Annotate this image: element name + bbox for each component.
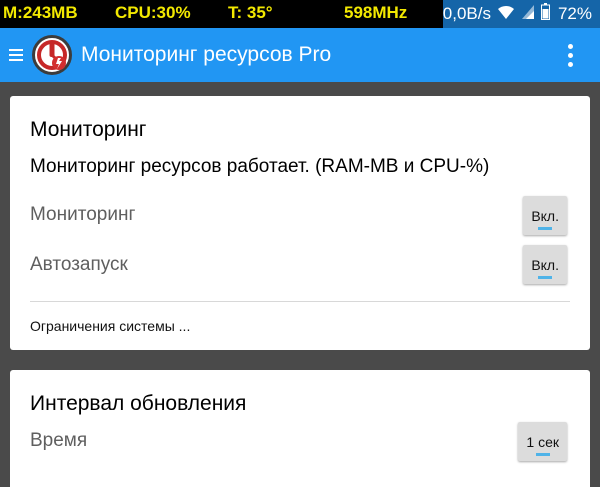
monitoring-card-title: Мониторинг [30,118,147,141]
wifi-icon [497,4,515,25]
temperature-readout: T: 35° [228,3,273,22]
time-label: Время [30,430,88,451]
monitoring-status-text: Мониторинг ресурсов работает. (RAM-MB и … [30,156,490,177]
autostart-toggle-button[interactable]: Вкл. [523,245,567,284]
toggle-indicator [538,276,553,279]
signal-icon [521,4,535,25]
status-bar: M:243MB CPU:30% T: 35° 598MHz 0,0B/s 72% [0,0,600,28]
network-speed: 0,0B/s [442,4,491,23]
divider [30,301,570,302]
monitoring-toggle-text: Вкл. [531,207,559,224]
frequency-readout: 598MHz [344,3,408,22]
monitoring-toggle-label: Мониторинг [30,204,136,225]
toggle-indicator [538,227,553,230]
menu-icon[interactable] [9,49,23,61]
update-interval-title: Интервал обновления [30,392,247,415]
battery-percent: 72% [557,4,592,23]
cpu-readout: CPU:30% [115,3,191,22]
system-status-area: 0,0B/s 72% [442,0,600,28]
interval-value: 1 сек [526,433,559,450]
resource-monitor-overlay: M:243MB CPU:30% T: 35° 598MHz [0,0,443,28]
monitoring-card: Мониторинг Мониторинг ресурсов работает.… [10,96,590,350]
overflow-menu-icon[interactable] [568,44,573,67]
app-logo-icon [32,35,72,75]
app-title: Мониторинг ресурсов Pro [81,43,332,66]
interval-select-button[interactable]: 1 сек [518,422,567,461]
autostart-toggle-label: Автозапуск [30,254,128,275]
monitoring-toggle-button[interactable]: Вкл. [523,196,567,235]
select-indicator [535,453,550,456]
update-interval-card: Интервал обновления Время 1 сек [10,370,590,487]
battery-icon [540,3,550,25]
autostart-toggle-text: Вкл. [531,256,559,273]
app-bar: Мониторинг ресурсов Pro [0,28,600,82]
ram-readout: M:243MB [3,3,78,22]
system-limits-link[interactable]: Ограничения системы ... [30,318,190,334]
